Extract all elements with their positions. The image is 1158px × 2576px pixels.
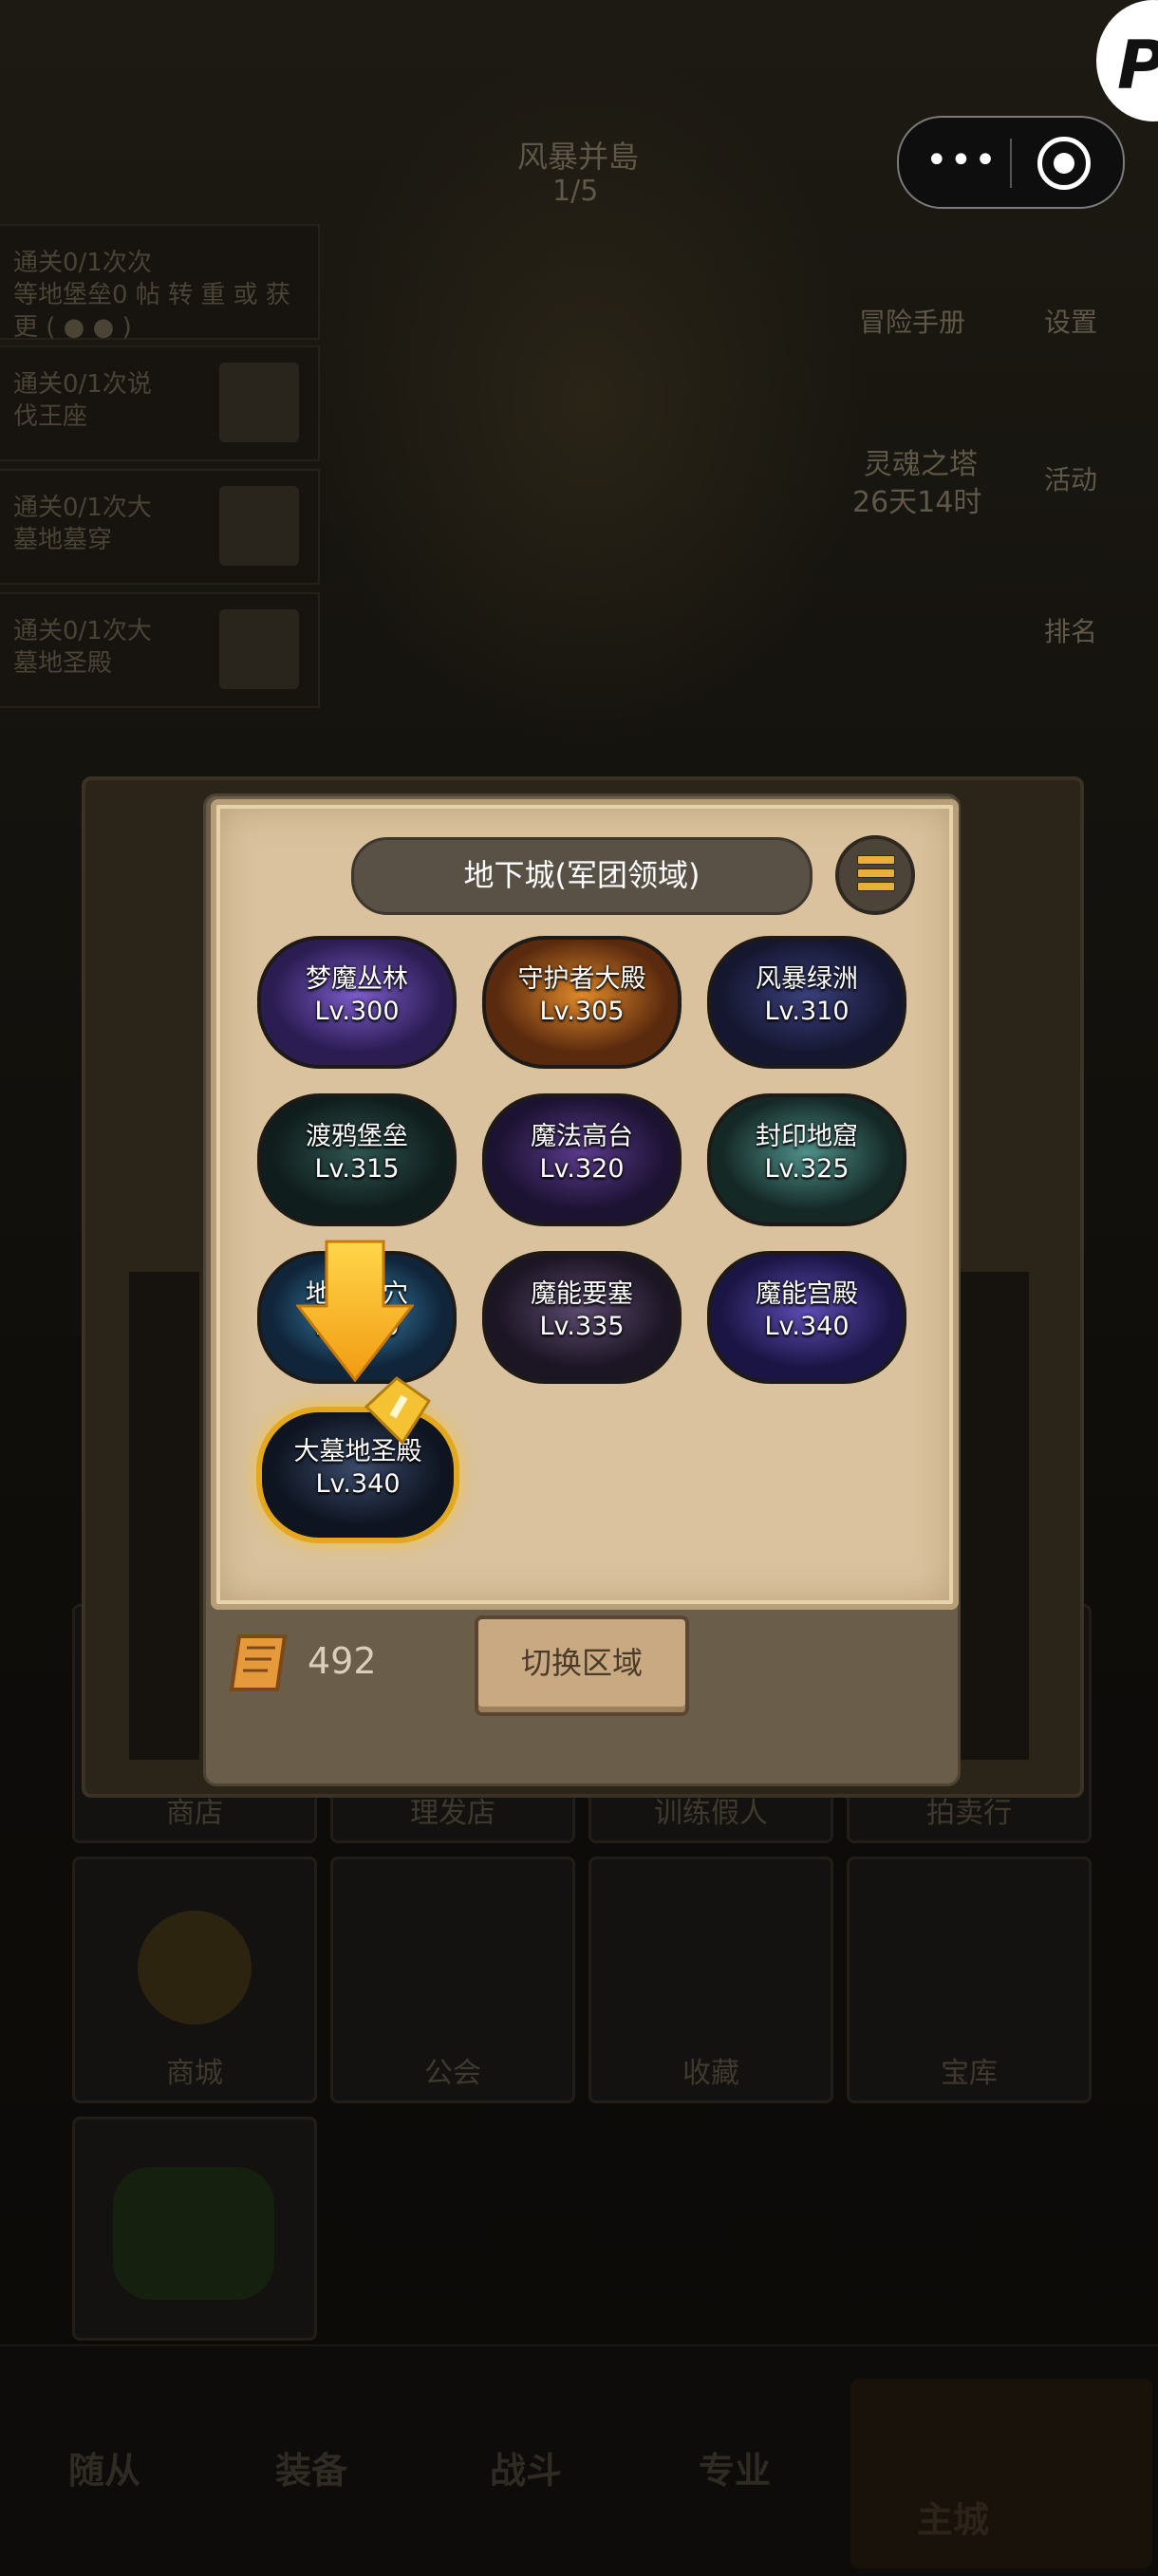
tile-label: 公会 <box>424 2057 481 2090</box>
label-tag-icon <box>364 1376 432 1446</box>
frame-inner-right <box>959 1272 1029 1760</box>
coin-icon <box>138 1911 252 2025</box>
task-line: 通关0/1次大 <box>13 494 152 522</box>
grid-tile-guild[interactable]: 公会 <box>330 1857 575 2103</box>
dungeon-name: 魔能要塞 <box>531 1279 633 1309</box>
task-icon <box>219 609 299 689</box>
close-target-icon[interactable] <box>1037 137 1091 190</box>
dungeon-button[interactable]: 魔法高台 Lv.320 <box>482 1093 682 1226</box>
tab-profession[interactable]: 专业 <box>699 2441 771 2493</box>
task-icon <box>219 486 299 566</box>
tile-label: 商城 <box>166 2057 223 2090</box>
task-line: 通关0/1次大 <box>13 617 152 645</box>
dungeon-name: 封印地窟 <box>756 1122 858 1151</box>
dungeon-button[interactable]: 守护者大殿 Lv.305 <box>482 936 682 1069</box>
task-line: 墓地墓穿 <box>13 526 113 554</box>
tab-main-city-bg[interactable] <box>850 2379 1152 2568</box>
dungeon-level: Lv.335 <box>539 1312 625 1341</box>
dungeon-name: 魔能宫殿 <box>756 1279 858 1309</box>
logo-letter: P <box>1117 27 1158 104</box>
right-item-label[interactable]: 活动 <box>1044 459 1097 497</box>
task-item[interactable]: 通关0/1次大 墓地墓穿 <box>0 469 320 585</box>
task-line: 伐王座 <box>13 402 88 431</box>
task-item[interactable]: 通关0/1次大 墓地圣殿 <box>0 592 320 708</box>
task-line: 通关0/1次说 <box>13 370 152 399</box>
right-item-label[interactable]: 设置 <box>1044 302 1097 340</box>
currency-amount: 492 <box>308 1640 377 1682</box>
frame-inner-left <box>129 1272 199 1760</box>
dungeon-level: Lv.340 <box>764 1312 850 1341</box>
event-name: 灵魂之塔 <box>864 448 978 481</box>
menu-list-icon[interactable] <box>835 835 915 915</box>
task-line: 通关0/1次次 <box>13 249 152 277</box>
guide-arrow-icon <box>296 1240 414 1382</box>
dungeon-level: Lv.305 <box>539 997 625 1026</box>
tab-main-city[interactable]: 主城 <box>917 2491 989 2543</box>
scroll-currency-icon <box>229 1634 288 1691</box>
dungeon-level: Lv.325 <box>764 1154 850 1184</box>
grid-tile-dragon[interactable] <box>72 2117 317 2341</box>
stage-progress: 1/5 <box>552 175 599 208</box>
switch-region-button[interactable]: 切换区域 <box>475 1615 689 1716</box>
task-line: 墓地圣殿 <box>13 649 113 678</box>
dungeon-level: Lv.320 <box>539 1154 625 1184</box>
grid-tile-mall[interactable]: 商城 <box>72 1857 317 2103</box>
dungeon-button[interactable]: 封印地窟 Lv.325 <box>707 1093 906 1226</box>
dungeon-name: 梦魔丛林 <box>306 964 408 994</box>
bottom-tab-bar: 随从 装备 战斗 专业 主城 <box>0 2344 1158 2576</box>
dungeon-button[interactable]: 梦魔丛林 Lv.300 <box>257 936 457 1069</box>
capsule-divider <box>1010 139 1012 188</box>
event-timer: 26天14时 <box>852 486 982 519</box>
dungeon-level: Lv.340 <box>315 1469 401 1499</box>
dungeon-name: 守护者大殿 <box>517 964 646 994</box>
dungeon-level: Lv.310 <box>764 997 850 1026</box>
right-item-label[interactable]: 冒险手册 <box>859 302 965 340</box>
dungeon-name: 风暴绿洲 <box>756 964 858 994</box>
task-item[interactable]: 通关0/1次次 等地堡垒0 帖 转 重 或 获 更 ( ● ● ) <box>0 224 320 342</box>
dungeon-name: 魔法高台 <box>531 1122 633 1151</box>
tile-label: 收藏 <box>682 2057 739 2090</box>
miniprogram-capsule: ••• <box>897 116 1125 209</box>
dungeon-button[interactable]: 风暴绿洲 Lv.310 <box>707 936 906 1069</box>
tab-followers[interactable]: 随从 <box>68 2441 140 2493</box>
dungeon-name: 渡鸦堡垒 <box>306 1122 408 1151</box>
dragon-icon <box>113 2167 274 2300</box>
dungeon-level: Lv.315 <box>314 1154 400 1184</box>
stage-title: 风暴并島 <box>517 139 640 175</box>
dungeon-level: Lv.300 <box>314 997 400 1026</box>
task-item[interactable]: 通关0/1次说 伐王座 <box>0 345 320 461</box>
more-icon[interactable]: ••• <box>925 141 999 179</box>
dialog-title: 地下城(军团领域) <box>351 837 812 915</box>
tile-label: 宝库 <box>941 2057 998 2090</box>
dungeon-button[interactable]: 魔能要塞 Lv.335 <box>482 1251 682 1384</box>
task-line: 等地堡垒0 帖 转 重 或 获 更 ( ● ● ) <box>13 281 290 342</box>
tab-equipment[interactable]: 装备 <box>275 2441 347 2493</box>
task-icon <box>219 363 299 442</box>
grid-tile-vault[interactable]: 宝库 <box>847 1857 1092 2103</box>
dungeon-button[interactable]: 渡鸦堡垒 Lv.315 <box>257 1093 457 1226</box>
dungeon-button[interactable]: 魔能宫殿 Lv.340 <box>707 1251 906 1384</box>
tab-battle[interactable]: 战斗 <box>490 2441 562 2493</box>
grid-tile-collection[interactable]: 收藏 <box>588 1857 833 2103</box>
right-item-label[interactable]: 排名 <box>1044 611 1097 649</box>
